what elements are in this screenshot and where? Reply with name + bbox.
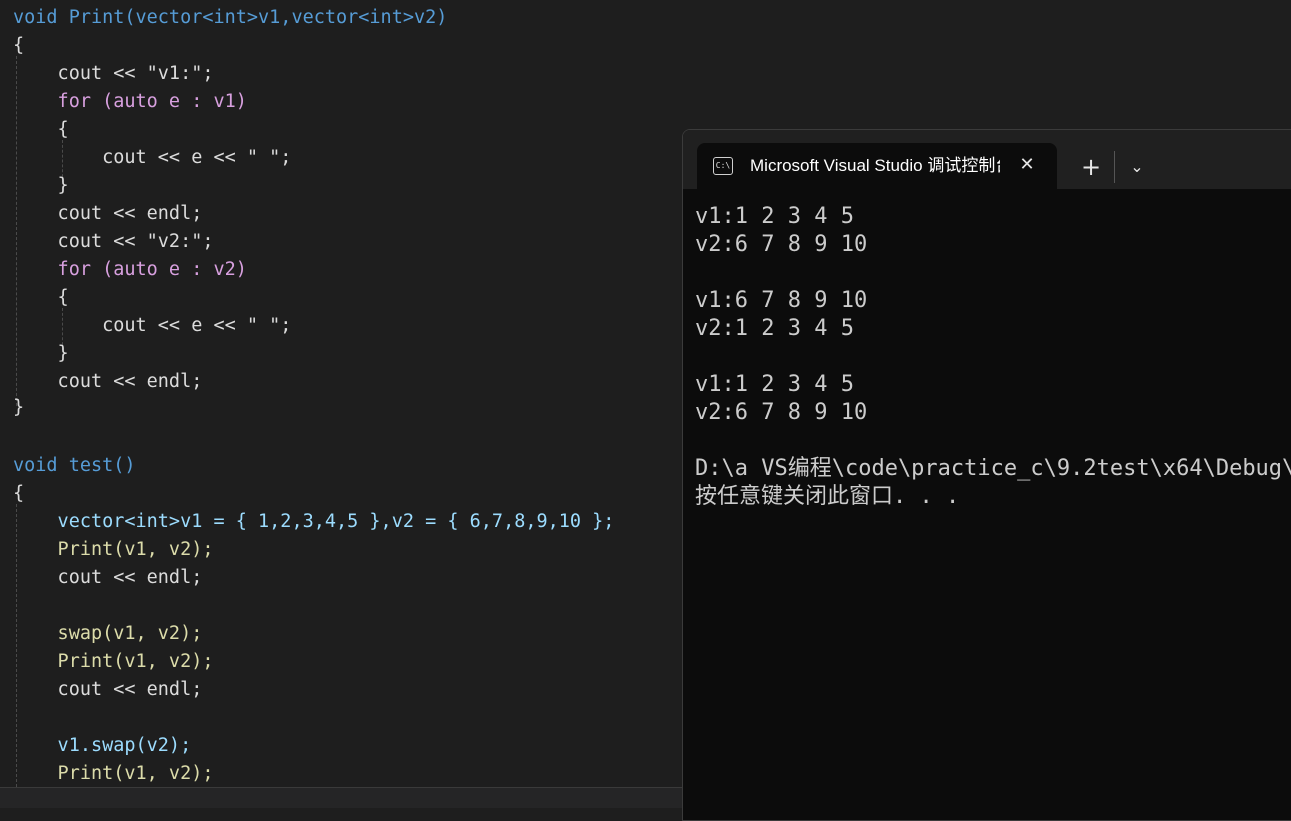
code-line[interactable]: swap(v1, v2); [13, 620, 203, 648]
close-icon[interactable]: ✕ [1015, 153, 1039, 177]
console-output-line: v2:6 7 8 9 10 [695, 232, 868, 257]
chevron-down-icon[interactable]: ⌄ [1123, 152, 1151, 182]
code-line[interactable]: void Print(vector<int>v1,vector<int>v2) [13, 4, 447, 32]
title-bar[interactable]: C:\ Microsoft Visual Studio 调试控制台 ✕ + ⌄ [683, 130, 1291, 189]
new-tab-button[interactable]: + [1077, 152, 1105, 182]
code-line[interactable]: { [13, 284, 69, 312]
code-line[interactable]: } [13, 340, 69, 368]
code-line[interactable]: cout << "v1:"; [13, 60, 214, 88]
code-line[interactable]: cout << endl; [13, 200, 203, 228]
code-line[interactable]: Print(v1, v2); [13, 760, 214, 788]
console-output-line: v1:6 7 8 9 10 [695, 288, 868, 313]
console-tab[interactable]: C:\ Microsoft Visual Studio 调试控制台 ✕ [697, 143, 1057, 189]
console-output-line: v2:6 7 8 9 10 [695, 400, 868, 425]
code-line[interactable]: for (auto e : v1) [13, 88, 247, 116]
code-line[interactable]: cout << endl; [13, 564, 203, 592]
code-line[interactable]: Print(v1, v2); [13, 648, 214, 676]
code-line[interactable]: void test() [13, 452, 136, 480]
code-line[interactable]: { [13, 32, 24, 60]
console-output-line: D:\a VS编程\code\practice_c\9.2test\x64\De… [695, 456, 1291, 481]
tab-title: Microsoft Visual Studio 调试控制台 [750, 156, 1000, 175]
code-line[interactable]: { [13, 116, 69, 144]
code-line[interactable]: cout << endl; [13, 368, 203, 396]
code-line[interactable]: cout << e << " "; [13, 312, 291, 340]
debug-console-window[interactable]: C:\ Microsoft Visual Studio 调试控制台 ✕ + ⌄ … [682, 129, 1291, 821]
code-line[interactable]: cout << e << " "; [13, 144, 291, 172]
code-line[interactable]: v1.swap(v2); [13, 732, 192, 760]
console-output-line: v1:1 2 3 4 5 [695, 204, 854, 229]
console-output-line: 按任意键关闭此窗口. . . [695, 484, 960, 509]
code-line[interactable]: cout << endl; [13, 676, 203, 704]
code-line[interactable]: } [13, 172, 69, 200]
console-output-line: v1:1 2 3 4 5 [695, 372, 854, 397]
code-line[interactable]: } [13, 394, 24, 422]
code-line[interactable]: Print(v1, v2); [13, 536, 214, 564]
console-output-line: v2:1 2 3 4 5 [695, 316, 854, 341]
code-line[interactable]: { [13, 480, 24, 508]
toolbar-separator [1114, 151, 1115, 183]
code-line[interactable]: vector<int>v1 = { 1,2,3,4,5 },v2 = { 6,7… [13, 508, 615, 536]
code-line[interactable]: cout << "v2:"; [13, 228, 214, 256]
code-line[interactable]: for (auto e : v2) [13, 256, 247, 284]
horizontal-scrollbar[interactable] [0, 787, 682, 808]
console-icon: C:\ [713, 157, 733, 175]
